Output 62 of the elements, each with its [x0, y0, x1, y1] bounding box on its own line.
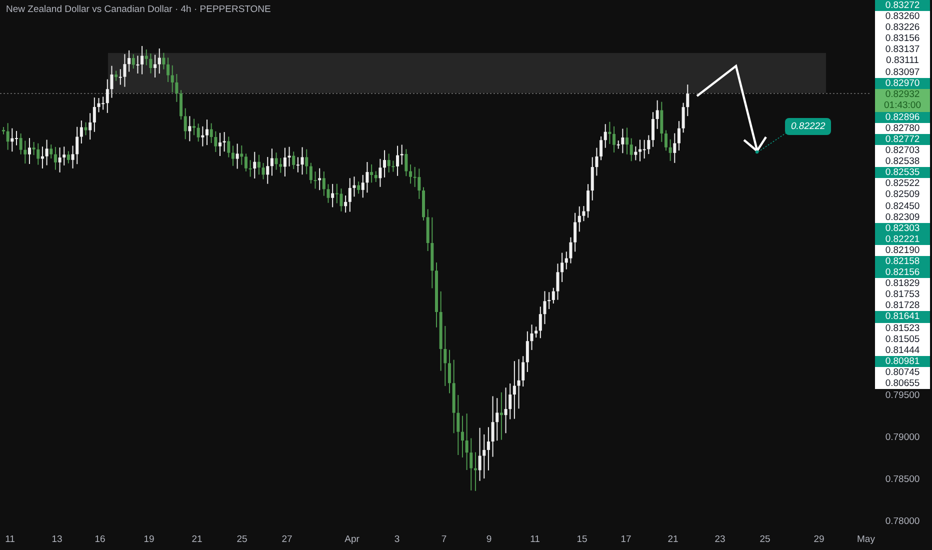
time-label: 25	[236, 534, 248, 545]
price-label: 0.83137	[875, 44, 930, 56]
time-label: 3	[394, 534, 400, 545]
price-label: 0.82535	[875, 167, 930, 178]
chart-title: New Zealand Dollar vs Canadian Dollar · 4h · PEPPERSTONE	[6, 4, 271, 15]
price-label: 0.83111	[875, 55, 930, 67]
price-label: 0.83272	[875, 0, 930, 12]
time-label: 15	[576, 534, 588, 545]
price-label: 0.81829	[875, 278, 930, 290]
price-label: 0.83156	[875, 33, 930, 44]
price-label: 0.81523	[875, 322, 930, 334]
time-label: 11	[5, 534, 15, 545]
price-label: 0.82772	[875, 134, 930, 146]
price-label: 0.81641	[875, 311, 930, 323]
price-scale-label: 0.79500	[884, 390, 921, 402]
time-label: May	[857, 534, 875, 545]
price-label: 0.82703	[875, 145, 930, 156]
time-label: 27	[282, 534, 292, 545]
target-point-icon	[755, 150, 759, 154]
time-label: 25	[760, 534, 770, 545]
price-label: 0.82156	[875, 267, 930, 278]
price-scale-label: 0.78000	[884, 516, 921, 528]
price-label: 0.82970	[875, 78, 930, 89]
price-label: 0.82309	[875, 212, 930, 223]
price-scale-label: 0.78500	[884, 474, 921, 486]
time-label: 21	[192, 534, 202, 545]
price-label: 0.81444	[875, 344, 930, 356]
price-label: 0.82509	[875, 189, 930, 200]
time-label: 21	[668, 534, 678, 545]
price-label: 0.82896	[875, 112, 930, 123]
time-label: 16	[94, 534, 106, 545]
candle-countdown: 01:43:00	[883, 100, 922, 112]
time-label: 29	[814, 534, 824, 545]
price-label: 0.82450	[875, 200, 930, 212]
price-label: 0.82522	[875, 178, 930, 190]
price-label: 0.82158	[875, 256, 930, 268]
price-label: 0.82221	[875, 234, 930, 245]
time-label: 13	[52, 534, 62, 545]
price-label: 0.80655	[875, 378, 930, 390]
price-label: 0.81753	[875, 289, 930, 300]
time-label: 11	[530, 534, 540, 545]
price-label: 0.80745	[875, 366, 930, 378]
price-label: 0.81505	[875, 334, 930, 345]
price-label: 0.83260	[875, 11, 930, 22]
time-label: 7	[441, 534, 447, 545]
price-label: 0.81728	[875, 300, 930, 312]
price-scale-label: 0.79000	[884, 432, 921, 444]
time-label: Apr	[344, 534, 360, 545]
price-label: 0.83226	[875, 22, 930, 34]
price-label: 0.82538	[875, 156, 930, 168]
leader-line	[758, 132, 786, 152]
time-label: 9	[486, 534, 492, 545]
price-label: 0.80981	[875, 356, 930, 367]
current-price: 0.82932	[884, 88, 921, 100]
price-label: 0.82780	[875, 122, 930, 134]
time-label: 17	[620, 534, 632, 545]
price-label: 0.82190	[875, 244, 930, 256]
time-label: 19	[144, 534, 154, 545]
time-label: 23	[714, 534, 726, 545]
price-label: 0.82303	[875, 222, 930, 234]
price-label: 0.83097	[875, 66, 930, 78]
target-price-label: 0.82222	[785, 118, 832, 135]
